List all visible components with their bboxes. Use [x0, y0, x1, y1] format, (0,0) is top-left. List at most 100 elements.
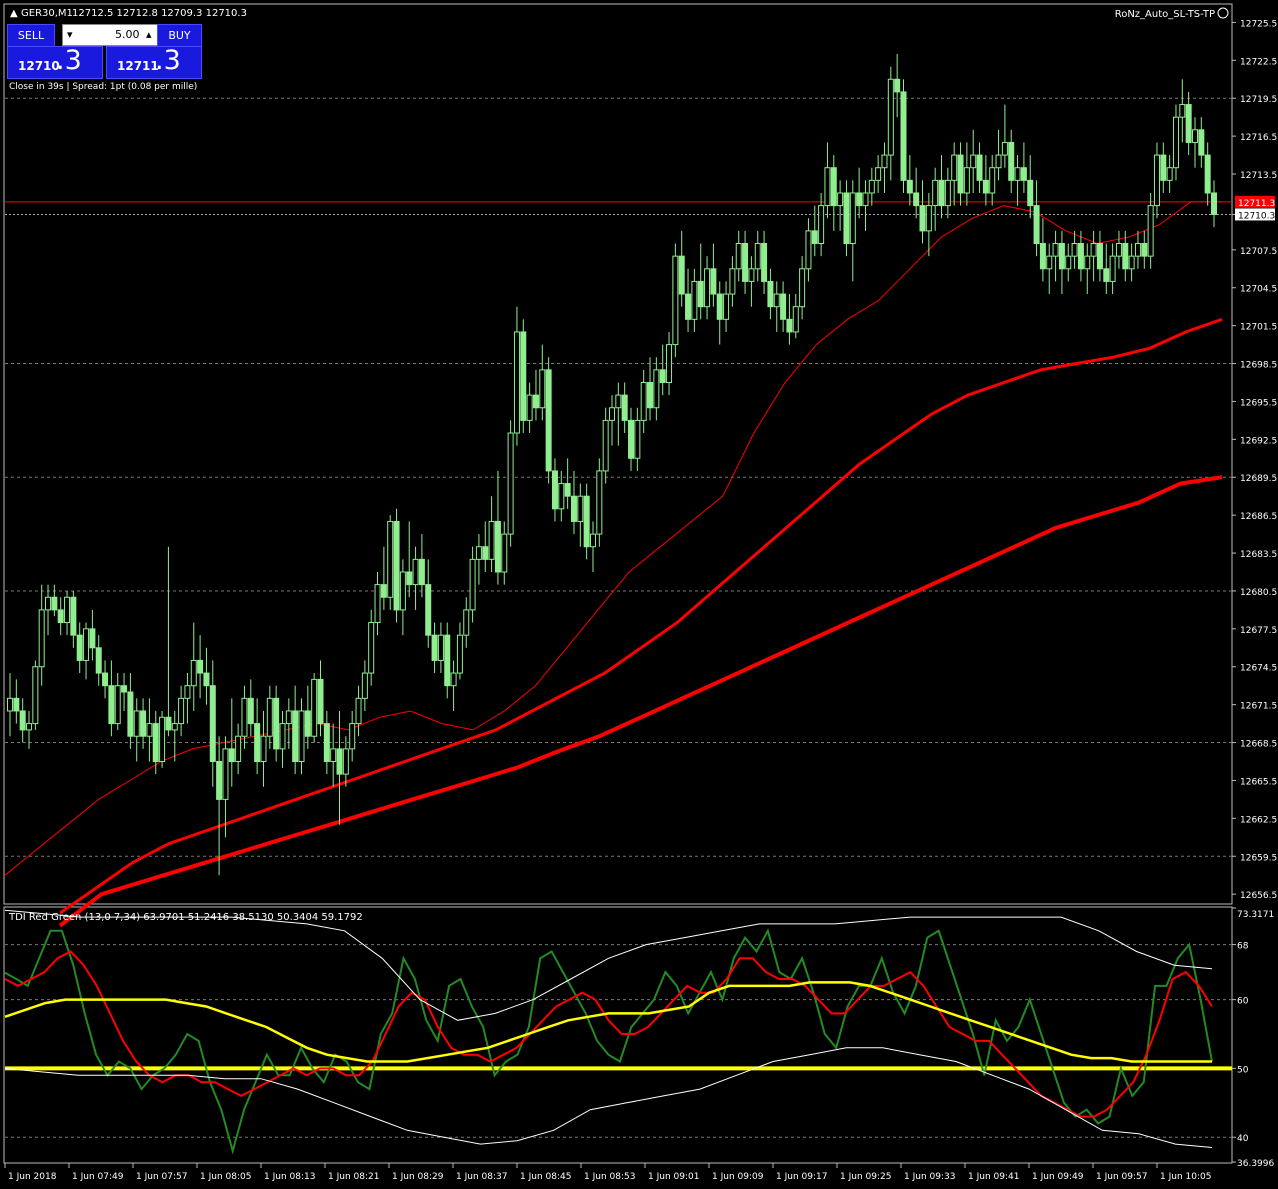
candle-body — [266, 697, 273, 737]
candle-body — [273, 697, 280, 750]
collapse-icon[interactable]: ▲ — [10, 8, 18, 19]
candle-body — [26, 723, 33, 731]
candle-body — [767, 280, 774, 308]
candle-body — [292, 710, 299, 763]
candle-body — [957, 154, 964, 194]
candle-body — [127, 691, 134, 737]
candle-body — [830, 167, 837, 207]
candle-body — [501, 533, 508, 573]
tdi-y-tick-label: 73.3171 — [1237, 910, 1274, 920]
candle-body — [837, 192, 844, 207]
tdi-title: TDI Red Green (13,0 7,34) 63.9701 51.241… — [8, 912, 363, 923]
candle-body — [583, 495, 590, 548]
candle-body — [875, 167, 882, 181]
expert-name: RoNz_Auto_SL-TS-TP — [1115, 9, 1215, 20]
y-tick-label: 12683.5 — [1240, 550, 1277, 560]
candle-body — [1033, 205, 1040, 245]
candle-body — [621, 394, 628, 421]
candle-body — [228, 748, 235, 763]
candle-body — [165, 716, 172, 731]
candle-body — [412, 558, 419, 586]
sell-button[interactable]: SELL — [7, 24, 55, 48]
candle-body — [494, 520, 501, 573]
candle-body — [285, 710, 292, 725]
candle-body — [894, 78, 901, 93]
candle-body — [589, 533, 596, 548]
candle-body — [570, 495, 577, 522]
lot-increase-icon[interactable]: ▴ — [146, 28, 152, 41]
candle-body — [184, 685, 191, 699]
candle-body — [818, 205, 825, 245]
candle-body — [1179, 104, 1186, 118]
close-info: Close in 39s | Spread: 1pt (0.08 per mil… — [9, 82, 197, 92]
candle-body — [1096, 243, 1103, 270]
tdi-y-tick-label: 50 — [1237, 1065, 1249, 1075]
candle-body — [1198, 129, 1205, 156]
lot-decrease-icon[interactable]: ▾ — [67, 28, 73, 41]
y-tick-label: 12713.5 — [1240, 171, 1277, 181]
x-tick-label: 1 Jun 09:01 — [648, 1172, 699, 1182]
candle-body — [640, 381, 647, 421]
candle-body — [615, 394, 622, 409]
candle-body — [862, 192, 869, 207]
candle-body — [133, 710, 140, 737]
tdi-y-tick-label: 36.3996 — [1237, 1159, 1274, 1169]
x-tick-label: 1 Jun 09:41 — [968, 1172, 1019, 1182]
candle-body — [932, 179, 939, 207]
candle-body — [57, 609, 64, 624]
candle-body — [678, 255, 685, 295]
y-tick-label: 12668.5 — [1240, 740, 1277, 750]
candle-body — [431, 634, 438, 661]
candle-body — [95, 647, 102, 674]
candle-body — [1046, 255, 1053, 270]
candle-body — [913, 192, 920, 207]
candle-body — [881, 154, 888, 169]
candle-body — [437, 634, 444, 661]
chart-window: 12725.5 12722.5 12719.5 12716.5 12713.5 12710… — [0, 0, 1278, 1189]
candle-body — [32, 666, 39, 725]
candle-body — [710, 268, 717, 295]
y-tick-label: 12677.5 — [1240, 626, 1277, 636]
candle-body — [938, 179, 945, 207]
candle-body — [482, 546, 489, 560]
buy-price-box[interactable]: 12711 .3 — [106, 45, 202, 79]
y-tick-label: 12656.5 — [1240, 891, 1277, 901]
candle-body — [1191, 129, 1198, 143]
candle-body — [469, 558, 476, 611]
candle-body — [773, 293, 780, 308]
candle-body — [602, 419, 609, 472]
candle-body — [1185, 104, 1192, 143]
candle-body — [1001, 141, 1008, 156]
candle-body — [235, 735, 242, 763]
sell-price-box[interactable]: 12710 .3 — [7, 45, 103, 79]
candle-body — [178, 697, 185, 725]
candle-body — [799, 268, 806, 308]
candle-body — [260, 735, 267, 763]
candle-body — [45, 596, 52, 611]
x-tick-label: 1 Jun 07:57 — [136, 1172, 187, 1182]
candle-body — [634, 419, 641, 459]
candle-body — [1172, 116, 1179, 169]
symbol-label: GER30,M1 — [21, 8, 73, 19]
x-tick-label: 1 Jun 10:05 — [1160, 1172, 1211, 1182]
candle-body — [380, 584, 387, 598]
candle-body — [653, 369, 660, 409]
candle-body — [1008, 141, 1015, 181]
candle-body — [970, 154, 977, 169]
candle-body — [1039, 243, 1046, 270]
y-tick-label: 12689.5 — [1240, 474, 1277, 484]
candle-body — [900, 91, 907, 181]
candle-body — [754, 243, 761, 270]
candle-body — [1103, 268, 1110, 282]
candle-body — [1090, 243, 1097, 257]
candle-body — [1204, 154, 1211, 194]
sell-price-main: 12710 — [18, 59, 60, 73]
x-tick-label: 1 Jun 09:57 — [1096, 1172, 1147, 1182]
candle-body — [368, 622, 375, 674]
candle-body — [1027, 179, 1034, 207]
candle-body — [786, 318, 793, 333]
lot-size-input[interactable]: ▾ 5.00 ▴ — [62, 24, 160, 46]
candle-body — [1077, 243, 1084, 270]
candle-body — [374, 584, 381, 624]
chart-canvas[interactable]: 12725.5 12722.5 12719.5 12716.5 12713.5 12710… — [0, 0, 1278, 1189]
